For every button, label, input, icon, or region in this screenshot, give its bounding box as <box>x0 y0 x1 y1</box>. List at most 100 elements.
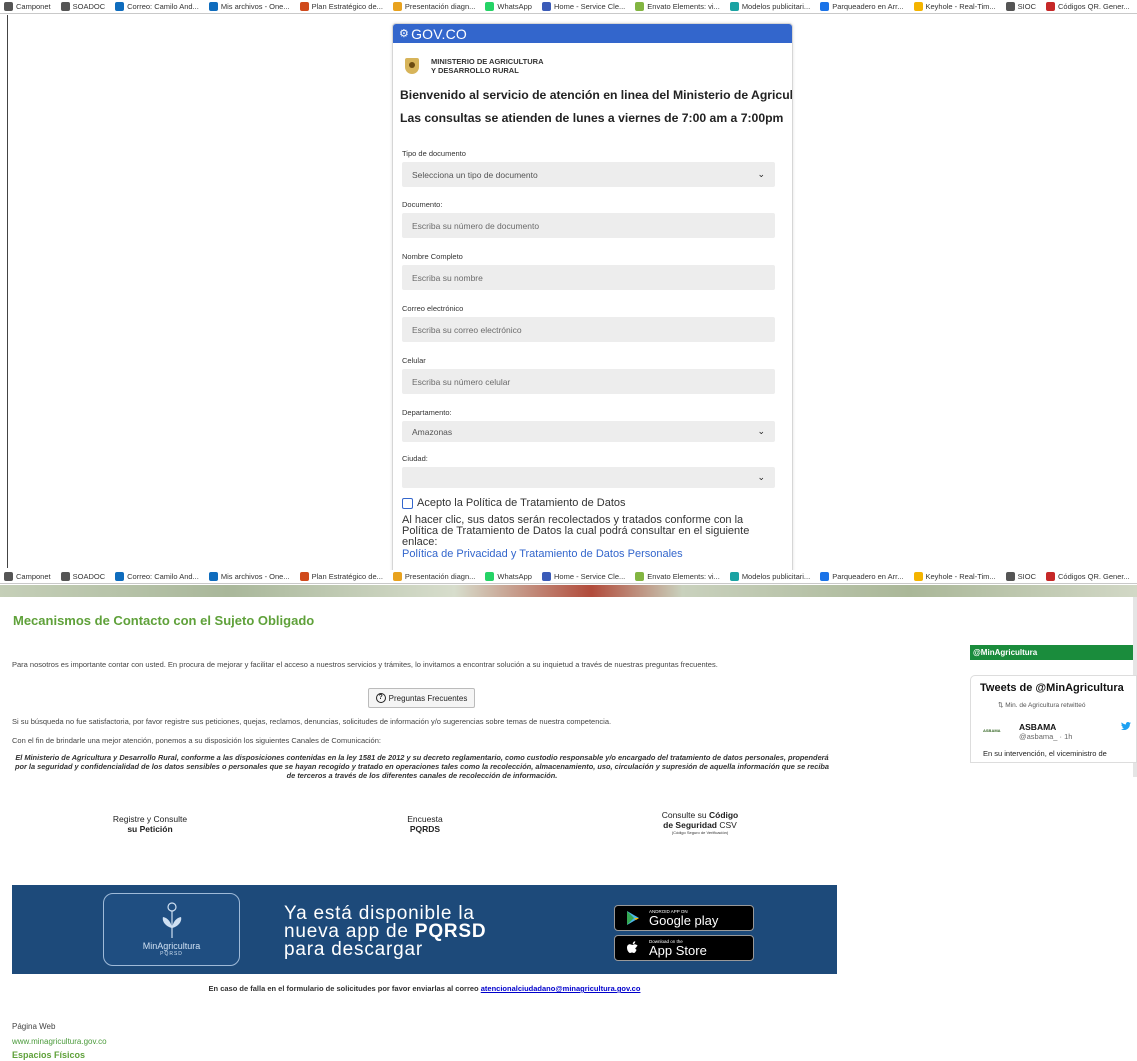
consent-label[interactable]: Acepto la Política de Tratamiento de Dat… <box>417 497 626 509</box>
bookmark-item[interactable]: WhatsApp <box>485 572 532 581</box>
website-link[interactable]: www.minagricultura.gov.co <box>12 1037 107 1046</box>
document-input[interactable] <box>402 213 775 238</box>
bookmark-item[interactable]: Camponet <box>4 572 51 581</box>
bookmark-favicon-icon <box>820 572 830 581</box>
tweet-handle[interactable]: @asbama_ · 1h <box>1019 732 1072 741</box>
email-label: Correo electrónico <box>402 304 464 313</box>
bookmark-favicon-icon <box>1046 2 1056 11</box>
bookmarks-bar: Camponet SOADOC Correo: Camilo And... Mis a… <box>0 570 1137 584</box>
bookmark-item[interactable]: SIOC <box>1005 572 1036 581</box>
channel3-bold1: Código <box>708 810 739 820</box>
retweet-note: ⇅ Min. de Agricultura retwitteó <box>971 694 1136 709</box>
search-paragraph: Si su búsqueda no fue satisfactoria, por… <box>12 717 612 726</box>
bookmark-item[interactable]: Envato Elements: vi... <box>635 2 720 11</box>
fallback-email-link[interactable]: atencionalciudadano@minagricultura.gov.c… <box>481 984 641 993</box>
physical-spaces-heading: Espacios Físicos <box>12 1050 86 1060</box>
privacy-policy-link[interactable]: Política de Privacidad y Tratamiento de … <box>402 548 774 560</box>
bookmark-favicon-icon <box>115 2 125 11</box>
doc-type-select[interactable]: Selecciona un tipo de documento ⌄ <box>402 162 775 187</box>
city-select[interactable]: ⌄ <box>402 467 775 488</box>
bookmark-item[interactable]: Parqueadero en Arr... <box>820 572 904 581</box>
bookmark-favicon-icon <box>299 2 309 11</box>
bookmark-label: Envato Elements: vi... <box>647 572 720 581</box>
bookmark-item[interactable]: SOADOC <box>60 572 105 581</box>
chevron-down-icon: ⌄ <box>757 169 765 179</box>
bookmark-label: Mis archivos - One... <box>220 2 290 11</box>
bookmark-item[interactable]: Presentación diagn... <box>392 2 476 11</box>
bookmark-item[interactable]: Keyhole - Real-Tim... <box>913 572 996 581</box>
bookmark-favicon-icon <box>392 572 402 581</box>
bookmarks-bar: Camponet SOADOC Correo: Camilo And... Mis a… <box>0 0 1137 14</box>
bookmark-item[interactable]: Keyhole - Real-Tim... <box>913 2 996 11</box>
bookmark-label: Presentación diagn... <box>404 2 476 11</box>
bookmark-item[interactable]: Plan Estratégico de... <box>299 572 383 581</box>
bookmark-item[interactable]: SOADOC <box>60 2 106 11</box>
contact-form-card: ⚙ GOV.CO MINISTERIO DE AGRICULTURA Y DES… <box>392 23 793 583</box>
bookmark-label: Home - Service Cle... <box>553 2 626 11</box>
bookmark-label: Modelos publicitari... <box>741 572 811 581</box>
channel1-line1: Registre y Consulte <box>112 814 188 824</box>
bookmark-label: Mis archivos - One... <box>220 572 290 581</box>
bookmark-item[interactable]: Códigos QR. Gener... <box>1046 572 1130 581</box>
name-input[interactable] <box>402 265 775 290</box>
data-protection-disclaimer: El Ministerio de Agricultura y Desarroll… <box>14 753 830 780</box>
email-input[interactable] <box>402 317 775 342</box>
bookmark-item[interactable]: Home - Service Cle... <box>541 2 626 11</box>
bookmark-item[interactable]: Home - Service Cle... <box>541 572 626 581</box>
bookmark-favicon-icon <box>1046 572 1056 581</box>
app-headline: Ya está disponible la nueva app de PQRSD… <box>284 904 486 959</box>
twitter-timeline[interactable]: Tweets de @MinAgricultura ⇅ Min. de Agri… <box>970 675 1137 763</box>
bookmark-label: Camponet <box>16 2 51 11</box>
bookmark-label: Keyhole - Real-Tim... <box>925 572 996 581</box>
channel2-line2: PQRDS <box>409 824 441 834</box>
bookmark-label: Parqueadero en Arr... <box>832 572 904 581</box>
chevron-down-icon: ⌄ <box>757 472 765 482</box>
bookmark-favicon-icon <box>1005 2 1015 11</box>
department-label: Departamento: <box>402 408 452 417</box>
bookmark-item[interactable]: Envato Elements: vi... <box>635 572 720 581</box>
google-play-button[interactable]: ANDROID APP ON Google play <box>614 905 754 931</box>
bookmark-item[interactable]: Presentación diagn... <box>392 572 475 581</box>
bookmark-item[interactable]: Camponet <box>4 2 51 11</box>
bookmark-item[interactable]: WhatsApp <box>485 2 532 11</box>
bookmark-item[interactable]: Correo: Camilo And... <box>115 2 199 11</box>
twitter-header[interactable]: @MinAgricultura <box>970 645 1133 660</box>
ministry-name: MINISTERIO DE AGRICULTURA Y DESARROLLO R… <box>431 57 544 75</box>
bookmark-item[interactable]: Mis archivos - One... <box>208 572 290 581</box>
bookmark-label: Home - Service Cle... <box>553 572 626 581</box>
phone-input[interactable] <box>402 369 775 394</box>
welcome-heading: Bienvenido al servicio de atención en li… <box>400 88 793 102</box>
bookmark-favicon-icon <box>60 2 70 11</box>
bookmark-item[interactable]: Modelos publicitari... <box>729 572 811 581</box>
asbama-avatar[interactable]: ASBAMA <box>983 728 1001 733</box>
bookmark-label: Camponet <box>16 572 51 581</box>
app-logo-name: MinAgricultura <box>142 941 201 951</box>
app-store-button[interactable]: Download on the App Store <box>614 935 754 961</box>
gov-co-header[interactable]: ⚙ GOV.CO <box>393 24 792 43</box>
bookmark-item[interactable]: Códigos QR. Gener... <box>1046 2 1130 11</box>
channel-security-code[interactable]: Consulte su Código de Seguridad CSV (Cód… <box>640 810 760 835</box>
bookmark-item[interactable]: Mis archivos - One... <box>208 2 290 11</box>
tweet-user[interactable]: ASBAMA <box>1019 722 1056 732</box>
channel2-line1: Encuesta <box>407 814 443 824</box>
faq-button[interactable]: ? Preguntas Frecuentes <box>368 688 475 708</box>
bookmark-favicon-icon <box>299 572 309 581</box>
bookmark-item[interactable]: Parqueadero en Arr... <box>820 2 904 11</box>
app-logo-sub: PQRSD <box>160 951 183 957</box>
department-select[interactable]: Amazonas ⌄ <box>402 421 775 442</box>
doc-type-value: Selecciona un tipo de documento <box>412 169 538 180</box>
form-body: Bienvenido al servicio de atención en li… <box>393 79 792 560</box>
chevron-down-icon: ⌄ <box>757 426 765 436</box>
bookmark-item[interactable]: Modelos publicitari... <box>729 2 811 11</box>
bookmark-label: SOADOC <box>72 2 106 11</box>
consent-checkbox[interactable] <box>402 497 413 509</box>
bookmark-item[interactable]: Plan Estratégico de... <box>299 2 383 11</box>
bookmark-label: Modelos publicitari... <box>741 2 811 11</box>
channel-survey[interactable]: Encuesta PQRDS <box>385 814 465 834</box>
bookmark-item[interactable]: Correo: Camilo And... <box>115 572 199 581</box>
channel-register-petition[interactable]: Registre y Consulte su Petición <box>100 814 200 834</box>
tweets-title[interactable]: Tweets de @MinAgricultura <box>971 676 1136 694</box>
channel1-line2: su Petición <box>127 824 173 834</box>
app-download-banner[interactable]: MinAgricultura PQRSD Ya está disponible … <box>12 885 837 974</box>
bookmark-item[interactable]: SIOC <box>1005 2 1036 11</box>
